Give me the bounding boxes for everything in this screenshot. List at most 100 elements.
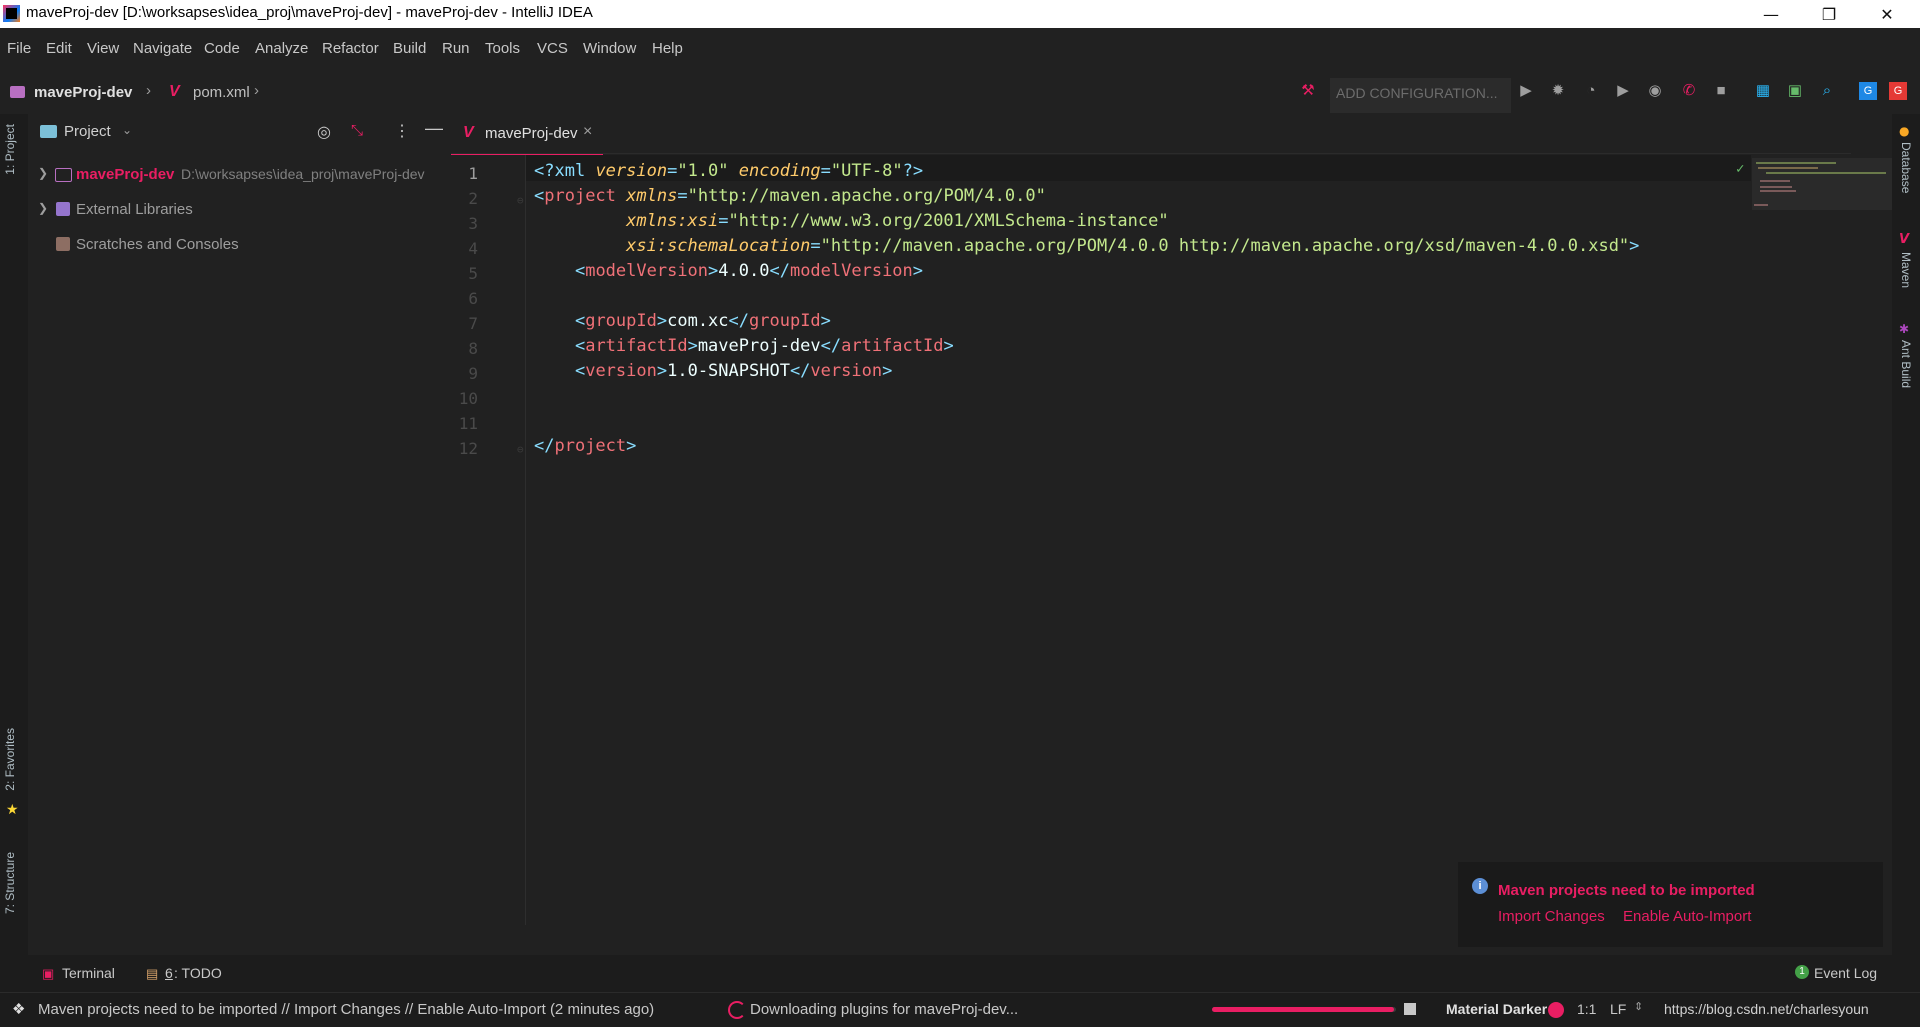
notification-title: Maven projects need to be imported xyxy=(1498,882,1755,899)
menu-file[interactable]: File xyxy=(7,40,31,57)
code-line: <modelVersion>4.0.0</modelVersion> xyxy=(574,261,924,281)
editor-tab[interactable]: V maveProj-dev × xyxy=(451,114,603,157)
terminal-tab[interactable]: Terminal xyxy=(62,965,115,981)
breadcrumb-separator: › xyxy=(146,82,151,99)
code-editor[interactable]: <?xml version="1.0" encoding="UTF-8"?> <… xyxy=(526,155,1751,925)
project-panel: Project ⌄ ◎ ⤡ ⋮ — ❯ maveProj-dev D:\work… xyxy=(28,114,451,924)
tab-maven[interactable]: Maven xyxy=(1899,252,1913,288)
menu-analyze[interactable]: Analyze xyxy=(255,40,308,57)
stop-icon[interactable]: ■ xyxy=(1712,82,1730,100)
line-number: 3 xyxy=(468,214,478,233)
terminal-icon[interactable]: ▣ xyxy=(1786,82,1804,100)
todo-icon: ▤ xyxy=(146,966,159,981)
run-icon[interactable]: ▶ xyxy=(1517,82,1535,100)
tab-ant-build[interactable]: Ant Build xyxy=(1899,340,1913,388)
caret-position[interactable]: 1:1 xyxy=(1577,1001,1596,1017)
search-icon[interactable]: ⌕ xyxy=(1818,82,1836,100)
status-message[interactable]: Maven projects need to be imported // Im… xyxy=(38,1001,654,1018)
menu-view[interactable]: View xyxy=(87,40,119,57)
project-view-icon xyxy=(40,125,57,138)
collapse-all-icon[interactable]: ⤡ xyxy=(351,122,363,139)
event-log-tab[interactable]: Event Log xyxy=(1814,965,1877,981)
options-menu-icon[interactable]: ⋮ xyxy=(394,121,410,141)
run-configuration-select[interactable]: ADD CONFIGURATION... xyxy=(1330,78,1511,113)
project-view-selector[interactable]: Project xyxy=(64,123,111,140)
menu-navigate[interactable]: Navigate xyxy=(133,40,192,57)
line-number-gutter: 1 2 3 4 5 6 7 8 9 10 11 12 ⊖ ⊖ xyxy=(451,155,526,925)
chevron-down-icon[interactable]: ⌄ xyxy=(122,123,132,137)
hide-panel-icon[interactable]: — xyxy=(425,118,443,139)
maven-file-icon: V xyxy=(169,83,180,100)
todo-tab-number[interactable]: 6 xyxy=(165,965,173,981)
tree-item-project[interactable]: ❯ maveProj-dev D:\worksapses\idea_proj\m… xyxy=(28,162,451,188)
menu-build[interactable]: Build xyxy=(393,40,426,57)
favorites-star-icon: ★ xyxy=(6,802,19,818)
menu-refactor[interactable]: Refactor xyxy=(322,40,379,57)
project-structure-icon[interactable]: ▦ xyxy=(1754,82,1772,100)
locate-target-icon[interactable]: ◎ xyxy=(317,122,331,142)
fold-marker-icon[interactable]: ⊖ xyxy=(517,443,524,456)
menu-vcs[interactable]: VCS xyxy=(537,40,568,57)
menu-code[interactable]: Code xyxy=(204,40,240,57)
menu-run[interactable]: Run xyxy=(442,40,470,57)
tree-item-path: D:\worksapses\idea_proj\maveProj-dev xyxy=(181,166,425,182)
code-line: <artifactId>maveProj-dev</artifactId> xyxy=(574,336,954,356)
profile-icon[interactable]: ▶ xyxy=(1614,82,1632,100)
tab-database[interactable]: Database xyxy=(1899,142,1913,193)
theme-selector[interactable]: Material Darker xyxy=(1446,1001,1547,1017)
inspection-ok-icon[interactable]: ✓ xyxy=(1736,161,1744,177)
menu-window[interactable]: Window xyxy=(583,40,636,57)
fold-marker-icon[interactable]: ⊖ xyxy=(517,194,524,207)
tree-item-label: External Libraries xyxy=(76,201,193,218)
editor-tab-bar: V maveProj-dev × xyxy=(451,114,1851,157)
right-tool-stripe: ● Database V Maven ✱ Ant Build xyxy=(1892,114,1920,992)
translate-alt-icon[interactable]: G xyxy=(1889,82,1907,100)
database-icon: ● xyxy=(1899,124,1910,138)
enable-auto-import-link[interactable]: Enable Auto-Import xyxy=(1623,908,1751,925)
progress-bar xyxy=(1212,1007,1396,1012)
line-separator[interactable]: LF xyxy=(1610,1001,1626,1017)
breadcrumb-file[interactable]: pom.xml xyxy=(193,84,250,101)
window-title: maveProj-dev [D:\worksapses\idea_proj\ma… xyxy=(26,4,593,21)
tree-item-external-libraries[interactable]: ❯ External Libraries xyxy=(28,197,451,223)
maven-file-icon: V xyxy=(463,124,474,141)
tree-item-scratches[interactable]: Scratches and Consoles xyxy=(28,232,451,258)
background-task[interactable]: Downloading plugins for maveProj-dev... xyxy=(750,1001,1018,1018)
close-window-button[interactable]: ✕ xyxy=(1858,0,1916,28)
title-bar: maveProj-dev [D:\worksapses\idea_proj\ma… xyxy=(0,0,1920,28)
tab-label: maveProj-dev xyxy=(485,125,578,142)
theme-color-icon[interactable] xyxy=(1548,1002,1564,1018)
code-minimap[interactable] xyxy=(1752,158,1892,210)
close-tab-icon[interactable]: × xyxy=(583,123,592,141)
layers-icon[interactable]: ❖ xyxy=(12,1000,25,1018)
updown-chevron-icon[interactable]: ⇕ xyxy=(1634,1000,1643,1013)
code-line: <?xml version="1.0" encoding="UTF-8"?> xyxy=(534,161,924,181)
tab-favorites[interactable]: 2: Favorites xyxy=(3,728,17,791)
translate-icon[interactable]: G xyxy=(1859,82,1877,100)
menu-help[interactable]: Help xyxy=(652,40,683,57)
todo-tab[interactable]: : TODO xyxy=(174,965,222,981)
menu-bar: File Edit View Navigate Code Analyze Ref… xyxy=(0,28,1920,70)
minimize-button[interactable]: — xyxy=(1742,0,1800,28)
progress-fill xyxy=(1212,1007,1395,1012)
expand-arrow-icon[interactable]: ❯ xyxy=(38,166,48,180)
menu-tools[interactable]: Tools xyxy=(485,40,520,57)
coverage-icon[interactable]: ◔ xyxy=(1582,82,1600,100)
line-number: 9 xyxy=(468,364,478,383)
build-hammer-icon[interactable]: ⚒ xyxy=(1299,82,1317,100)
debug-icon[interactable]: ✹ xyxy=(1549,82,1567,100)
breadcrumb-project[interactable]: maveProj-dev xyxy=(34,84,132,101)
intellij-logo-icon xyxy=(3,5,20,22)
bottom-tool-bar: ▣ Terminal ▤ 6 : TODO 1 Event Log xyxy=(0,955,1920,992)
line-number: 4 xyxy=(468,239,478,258)
attach-debugger-icon[interactable]: ✆ xyxy=(1680,82,1698,100)
expand-arrow-icon[interactable]: ❯ xyxy=(38,201,48,215)
stop-task-icon[interactable] xyxy=(1404,1003,1416,1015)
tab-structure[interactable]: 7: Structure xyxy=(3,852,17,914)
tab-project[interactable]: 1: Project xyxy=(3,124,17,175)
import-changes-link[interactable]: Import Changes xyxy=(1498,908,1605,925)
code-line: xmlns:xsi="http://www.w3.org/2001/XMLSch… xyxy=(626,211,1169,231)
restore-button[interactable]: ❐ xyxy=(1800,0,1858,28)
run-concurrency-icon[interactable]: ◉ xyxy=(1646,82,1664,100)
menu-edit[interactable]: Edit xyxy=(46,40,72,57)
